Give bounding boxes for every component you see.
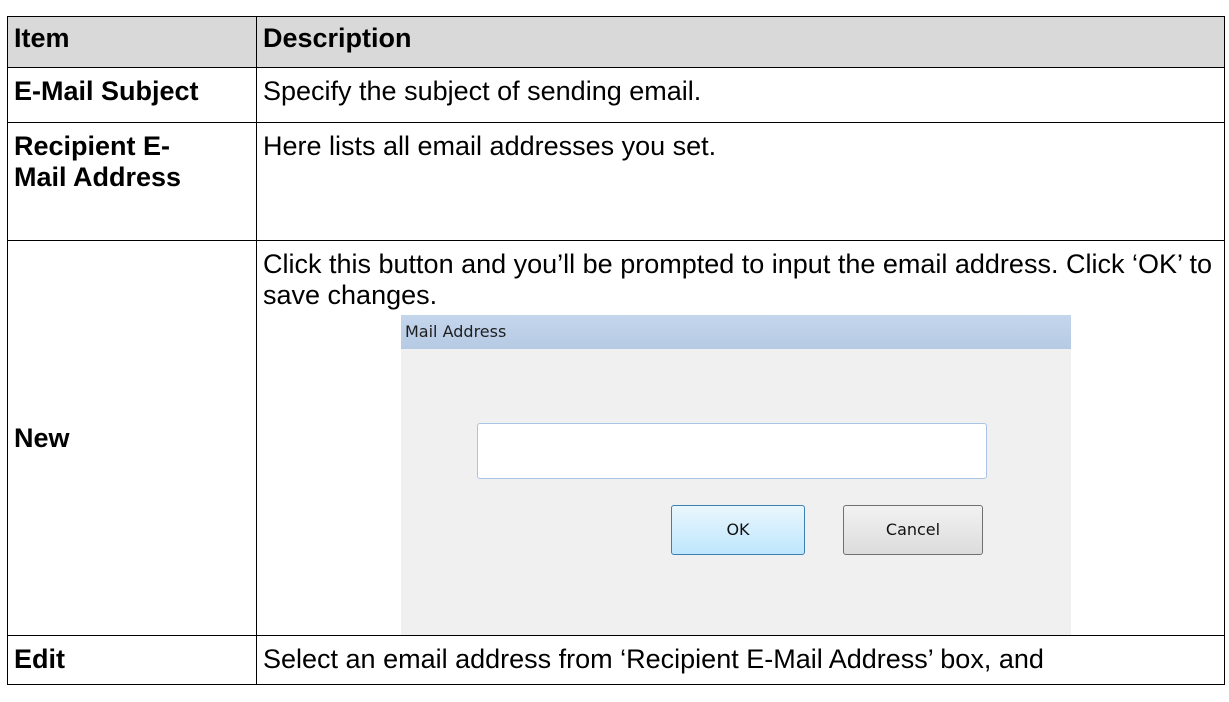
- table-header-row: Item Description: [7, 16, 1225, 68]
- description-text: Click this button and you’ll be prompted…: [263, 249, 1212, 310]
- item-cell: Edit: [7, 635, 257, 685]
- settings-description-table: Item Description E-Mail Subject Specify …: [7, 16, 1225, 685]
- email-address-input[interactable]: [477, 423, 987, 479]
- cancel-button[interactable]: Cancel: [843, 505, 983, 555]
- table-row: Recipient E-Mail Address Here lists all …: [7, 122, 1225, 241]
- dialog-title-bar: Mail Address: [401, 315, 1071, 349]
- item-column-header: Item: [7, 16, 257, 68]
- description-cell: Specify the subject of sending email.: [256, 67, 1225, 123]
- item-label: Recipient E-Mail Address: [14, 131, 182, 192]
- table-row: Edit Select an email address from ‘Recip…: [7, 635, 1225, 685]
- description-column-header: Description: [256, 16, 1225, 68]
- description-cell: Click this button and you’ll be prompted…: [256, 240, 1225, 636]
- item-cell: Recipient E-Mail Address: [7, 122, 257, 241]
- description-cell: Here lists all email addresses you set.: [256, 122, 1225, 241]
- mail-address-dialog: Mail Address OK Cancel: [401, 315, 1071, 635]
- table-row: New Click this button and you’ll be prom…: [7, 240, 1225, 636]
- table-row: E-Mail Subject Specify the subject of se…: [7, 67, 1225, 123]
- item-cell: New: [7, 240, 257, 636]
- description-cell: Select an email address from ‘Recipient …: [256, 635, 1225, 685]
- item-cell: E-Mail Subject: [7, 67, 257, 123]
- ok-button[interactable]: OK: [671, 505, 805, 555]
